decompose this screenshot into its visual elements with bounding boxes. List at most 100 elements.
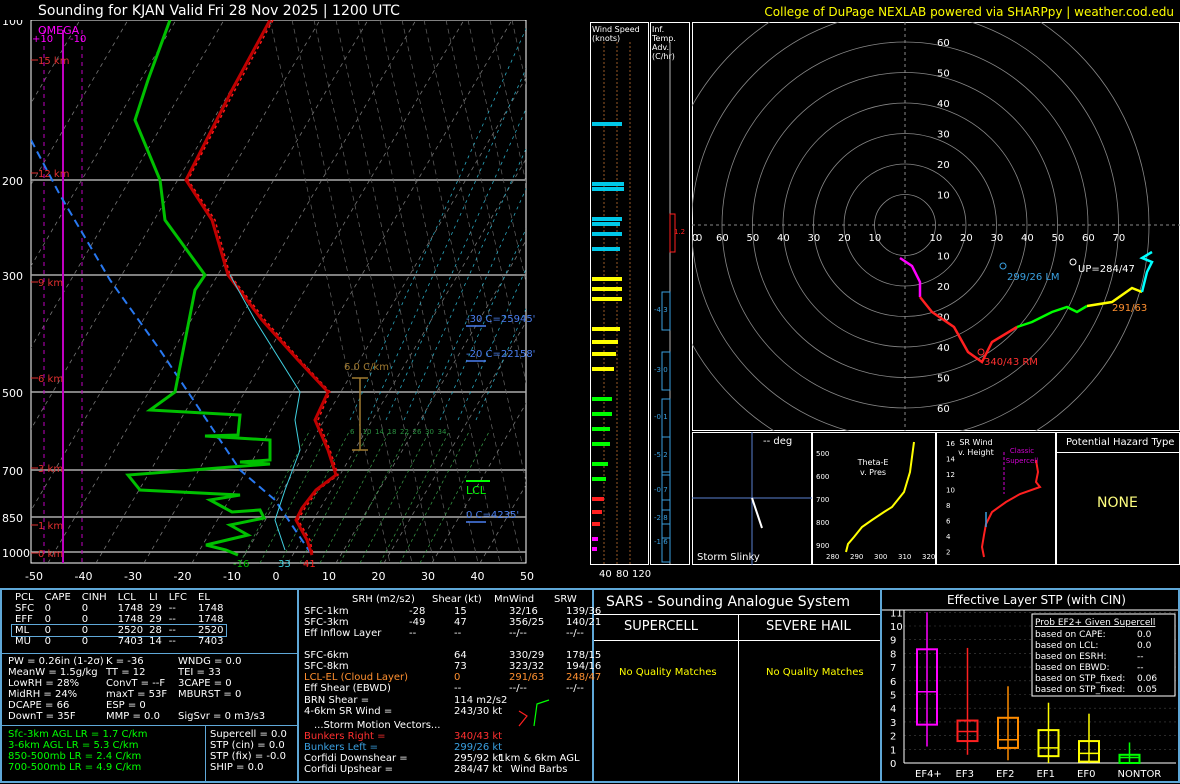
hodograph: 6050403020101020304050600706050403020101…: [692, 22, 1180, 431]
dewpoint-trace: [125, 20, 272, 557]
wind-barb: [540, 310, 543, 318]
freezing-level-label: -30 C=25945': [466, 314, 535, 325]
index-value: maxT = 53F: [106, 689, 168, 700]
mixing-ratio-label: 34: [438, 428, 447, 436]
parcel-cell: --: [168, 603, 176, 614]
wind-barb: [548, 464, 551, 472]
wind-barb: [540, 432, 543, 440]
parcel-cell: 1748: [117, 614, 144, 625]
kin-cell: SFC-8km: [304, 661, 349, 672]
isotherm-line: [31, 20, 33, 23]
parcel-cell: MU: [15, 636, 31, 647]
temp-axis-label: -50: [25, 570, 43, 583]
parcel-header: PCL: [15, 592, 34, 603]
upshear-label: UP=284/47: [1078, 264, 1135, 275]
wind-barb: [545, 249, 548, 257]
wind-barb: [545, 156, 548, 164]
wind-speed-bar: [592, 217, 622, 221]
wind-speed-bar: [592, 497, 604, 501]
wind-barb: [560, 539, 563, 547]
parcel-cell: 1748: [117, 603, 144, 614]
parcel-cell: --: [168, 636, 176, 647]
kin-cell: SFC-3km: [304, 617, 349, 628]
wind-axis-80: 80: [616, 569, 629, 580]
theta-x-tick: 300: [874, 553, 887, 561]
hodo-ring-label: 50: [937, 374, 950, 385]
pressure-label: 700: [2, 465, 23, 478]
pressure-label: 300: [2, 270, 23, 283]
wind-barb: [540, 407, 543, 415]
advection-value: -5.2: [654, 451, 668, 459]
wind-barb: [545, 386, 548, 394]
isotherm-line: [479, 484, 526, 563]
isotherm-line: [47, 20, 369, 563]
isotherm-line: [31, 20, 321, 512]
kin-cell: 15: [454, 606, 467, 617]
temp-axis-label: -10: [223, 570, 241, 583]
wind-barb: [540, 162, 558, 170]
prob-value: 0.06: [1137, 674, 1157, 684]
theta-y-tick: 700: [816, 496, 829, 504]
wind-barb: [540, 447, 543, 455]
prob-label: based on STP_fixed:: [1035, 685, 1125, 695]
wind-barb: [540, 440, 558, 448]
hodo-ring-label: 40: [937, 99, 950, 110]
temperature-trace: [184, 20, 338, 556]
sr-y-tick: 8: [946, 502, 950, 510]
storm-motion-label: Bunkers Left =: [304, 742, 378, 753]
kin-cell: 194/16: [566, 661, 602, 672]
height-label: 12 km: [38, 169, 69, 180]
hodo-ring-label: 50: [937, 69, 950, 80]
wind-speed-bar: [592, 427, 610, 431]
skewt-panel: 1002003005007008501000OMEGA+10 -1015 km12…: [2, 20, 573, 583]
sars-supercell-value: No Quality Matches: [619, 667, 717, 678]
parcel-cell: 0: [81, 636, 89, 647]
kin-cell: --/--: [509, 628, 527, 639]
kin-text: 114 m2/s2: [454, 695, 508, 706]
wind-barb: [555, 545, 573, 553]
stp-y-tick: 8: [890, 649, 896, 660]
wind-barb: [540, 362, 543, 370]
sr-y-tick: 4: [946, 533, 951, 541]
kin-cell: --: [454, 628, 462, 639]
index-value: DCAPE = 66: [8, 700, 70, 711]
mixing-ratio-label: 22: [400, 428, 409, 436]
mixing-ratio-label: 10: [363, 428, 372, 436]
hodo-axis-label: 20: [960, 233, 973, 244]
parcel-cell: EFF: [15, 614, 33, 625]
pressure-label: 850: [2, 512, 23, 525]
freezing-level-label: 0 C=4235': [466, 510, 519, 521]
hodo-ring-label: 10: [937, 252, 950, 263]
hodo-axis-label: 50: [1052, 233, 1065, 244]
prob-value: --: [1137, 663, 1144, 673]
wind-barb: [545, 282, 548, 290]
kinematics-table: SRH (m2/s2) Shear (kt) MnWind SRW SFC-1km -28…: [304, 594, 601, 784]
virtual-temp-trace: [187, 20, 339, 556]
stp-y-tick: 2: [890, 732, 896, 743]
parcel-table: PCL CAPE CINH LCL LI LFC EL SFC 0 0 1748 29 -- 1748 E…: [10, 592, 228, 647]
mixing-ratio-line: [279, 429, 351, 563]
adiabat-line: [357, 20, 479, 563]
parcel-cell: --: [168, 614, 176, 625]
index-value: MeanW = 1.5g/kg: [8, 667, 98, 678]
wind-speed-bar: [592, 297, 622, 301]
wind-barb: [545, 409, 548, 417]
wind-barb: [549, 510, 567, 518]
hodo-ring-label: 60: [937, 38, 950, 49]
wind-barb: [545, 449, 548, 457]
parcel-cell: SFC: [15, 603, 35, 614]
parcel-row: EFF 0 0 1748 29 -- 1748: [12, 614, 226, 625]
hodo-axis-label: 40: [1021, 233, 1034, 244]
kin-cell: --/--: [566, 683, 584, 694]
parcel-header: CINH: [81, 592, 107, 603]
index-value: DownT = 35F: [8, 711, 76, 722]
pressure-label: 500: [2, 387, 23, 400]
hodo-axis-label: 70: [1113, 233, 1126, 244]
isotherm-line: [31, 20, 177, 267]
wind-speed-bar: [592, 327, 620, 331]
stp-y-tick: 5: [890, 691, 896, 702]
storm-motion-label: Bunkers Right =: [304, 731, 386, 742]
surface-value: 33: [278, 559, 291, 570]
prob-label: based on EBWD:: [1035, 663, 1110, 673]
wind-barb: [545, 202, 548, 210]
